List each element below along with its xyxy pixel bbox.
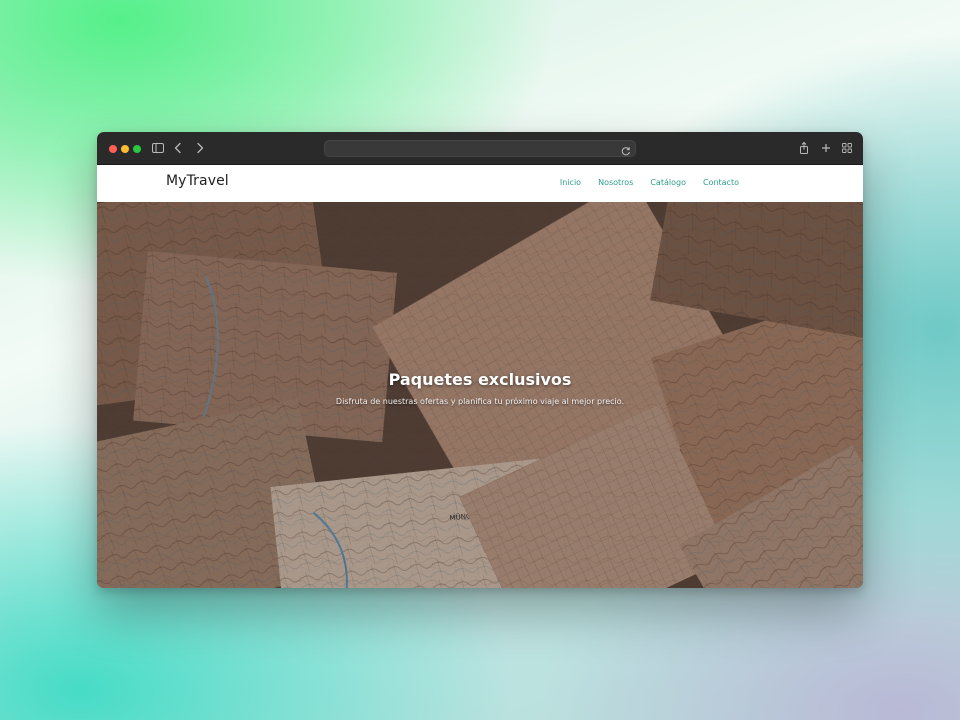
maximize-window-button[interactable]: [133, 145, 141, 153]
sidebar-icon[interactable]: [150, 140, 166, 156]
site-navbar: MyTravel Inicio Nosotros Catálogo Contac…: [97, 165, 863, 202]
close-window-button[interactable]: [109, 145, 117, 153]
nav-link-inicio[interactable]: Inicio: [560, 178, 581, 187]
hero-overlay: [97, 202, 863, 588]
browser-window: MyTravel Inicio Nosotros Catálogo Contac…: [97, 132, 863, 588]
nav-link-nosotros[interactable]: Nosotros: [598, 178, 633, 187]
new-tab-icon[interactable]: [818, 140, 834, 156]
site-logo[interactable]: MyTravel: [166, 173, 229, 189]
main-menu: Inicio Nosotros Catálogo Contacto: [560, 178, 739, 187]
hero-banner: MÜNC Paquetes exclusivos Disfruta de nue…: [97, 202, 863, 588]
tab-overview-icon[interactable]: [839, 140, 855, 156]
share-icon[interactable]: [796, 140, 812, 156]
hero-title: Paquetes exclusivos: [388, 370, 572, 389]
reload-icon[interactable]: [620, 142, 632, 156]
browser-toolbar: [97, 132, 863, 165]
minimize-window-button[interactable]: [121, 145, 129, 153]
nav-link-catalogo[interactable]: Catálogo: [650, 178, 686, 187]
forward-icon[interactable]: [192, 140, 208, 156]
back-icon[interactable]: [170, 140, 186, 156]
nav-link-contacto[interactable]: Contacto: [703, 178, 739, 187]
hero-subtitle: Disfruta de nuestras ofertas y planifica…: [335, 397, 625, 406]
address-bar[interactable]: [324, 140, 636, 157]
